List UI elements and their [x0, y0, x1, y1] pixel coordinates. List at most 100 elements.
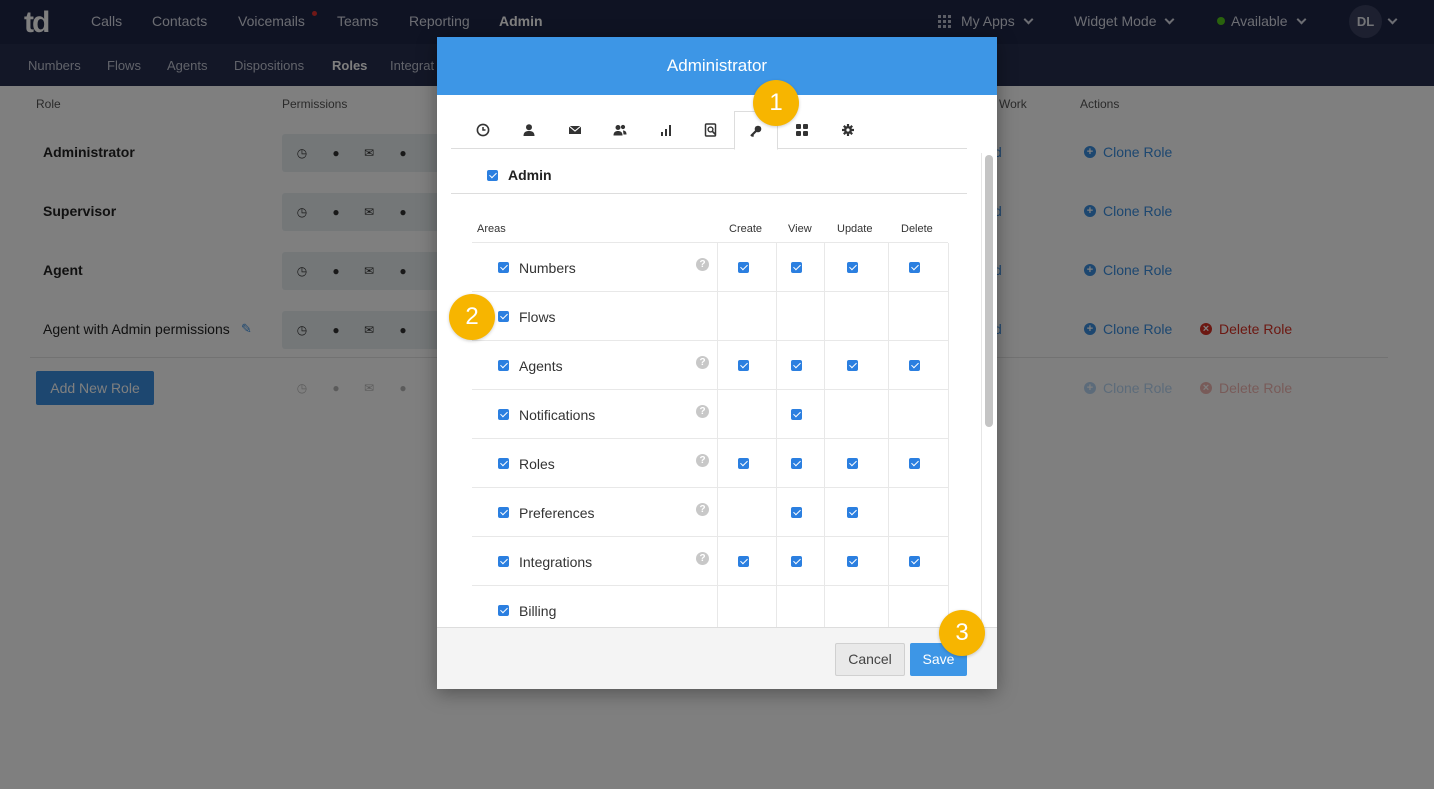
- delete-permission-checkbox[interactable]: [909, 262, 920, 273]
- delete-permission-checkbox[interactable]: [909, 360, 920, 371]
- area-checkbox[interactable]: [498, 458, 509, 469]
- team-icon: [613, 124, 627, 136]
- column-divider: [717, 439, 718, 488]
- annotation-badge-2: 2: [449, 294, 495, 340]
- view-permission-checkbox[interactable]: [791, 458, 802, 469]
- header-view: View: [788, 223, 812, 235]
- key-icon: [750, 125, 762, 137]
- column-divider: [824, 292, 825, 341]
- tab-settings[interactable]: [826, 111, 870, 149]
- column-divider: [888, 537, 889, 586]
- create-permission-checkbox[interactable]: [738, 556, 749, 567]
- tab-history[interactable]: [461, 111, 505, 149]
- column-divider: [888, 243, 889, 292]
- column-divider: [824, 439, 825, 488]
- area-label: Flows: [519, 308, 556, 325]
- cancel-button[interactable]: Cancel: [835, 643, 905, 676]
- area-toggle[interactable]: Notifications: [498, 390, 595, 439]
- area-toggle[interactable]: Roles: [498, 439, 555, 488]
- column-divider: [824, 390, 825, 439]
- create-permission-checkbox[interactable]: [738, 458, 749, 469]
- column-divider: [888, 439, 889, 488]
- area-checkbox[interactable]: [498, 605, 509, 616]
- table-row: Billing: [472, 586, 949, 627]
- view-permission-checkbox[interactable]: [791, 360, 802, 371]
- area-toggle[interactable]: Preferences: [498, 488, 594, 537]
- column-divider: [717, 292, 718, 341]
- header-update: Update: [837, 223, 873, 235]
- area-checkbox[interactable]: [498, 507, 509, 518]
- view-permission-checkbox[interactable]: [791, 556, 802, 567]
- tab-reporting[interactable]: [644, 111, 688, 149]
- tab-voicemail[interactable]: [553, 111, 597, 149]
- area-checkbox[interactable]: [498, 360, 509, 371]
- modal-title: Administrator: [437, 37, 997, 95]
- permission-tabs: [451, 111, 967, 150]
- bar-chart-icon: [661, 125, 671, 136]
- annotation-badge-1: 1: [753, 80, 799, 126]
- column-divider: [948, 292, 949, 341]
- header-delete: Delete: [901, 223, 933, 235]
- table-header: Areas Create View Update Delete: [472, 213, 948, 243]
- area-checkbox[interactable]: [498, 311, 509, 322]
- help-icon[interactable]: ?: [696, 258, 709, 271]
- divider: [451, 193, 967, 194]
- table-row: Numbers?: [472, 243, 949, 292]
- column-divider: [717, 488, 718, 537]
- tab-contacts[interactable]: [507, 111, 551, 149]
- role-permissions-modal: Administrator Admin Areas Create View Up…: [437, 37, 997, 689]
- column-divider: [888, 586, 889, 627]
- help-icon[interactable]: ?: [696, 454, 709, 467]
- mail-icon: [568, 125, 582, 134]
- area-checkbox[interactable]: [498, 262, 509, 273]
- create-permission-checkbox[interactable]: [738, 262, 749, 273]
- delete-permission-checkbox[interactable]: [909, 556, 920, 567]
- admin-section-toggle[interactable]: Admin: [487, 167, 552, 183]
- column-divider: [717, 586, 718, 627]
- area-checkbox[interactable]: [498, 409, 509, 420]
- help-icon[interactable]: ?: [696, 405, 709, 418]
- column-divider: [948, 390, 949, 439]
- help-icon[interactable]: ?: [696, 356, 709, 369]
- area-toggle[interactable]: Agents: [498, 341, 563, 390]
- area-label: Roles: [519, 455, 555, 472]
- view-permission-checkbox[interactable]: [791, 507, 802, 518]
- scroll-track: [981, 153, 982, 627]
- area-toggle[interactable]: Integrations: [498, 537, 592, 586]
- area-label: Agents: [519, 357, 563, 374]
- update-permission-checkbox[interactable]: [847, 507, 858, 518]
- area-label: Billing: [519, 602, 557, 619]
- area-checkbox[interactable]: [498, 556, 509, 567]
- table-row: Preferences?: [472, 488, 949, 537]
- column-divider: [717, 390, 718, 439]
- column-divider: [824, 488, 825, 537]
- help-icon[interactable]: ?: [696, 552, 709, 565]
- help-icon[interactable]: ?: [696, 503, 709, 516]
- view-permission-checkbox[interactable]: [791, 262, 802, 273]
- update-permission-checkbox[interactable]: [847, 458, 858, 469]
- create-permission-checkbox[interactable]: [738, 360, 749, 371]
- header-create: Create: [729, 223, 763, 235]
- delete-permission-checkbox[interactable]: [909, 458, 920, 469]
- update-permission-checkbox[interactable]: [847, 556, 858, 567]
- tab-teams[interactable]: [598, 111, 642, 149]
- view-permission-checkbox[interactable]: [791, 409, 802, 420]
- area-label: Preferences: [519, 504, 595, 521]
- column-divider: [717, 537, 718, 586]
- column-divider: [948, 488, 949, 537]
- update-permission-checkbox[interactable]: [847, 262, 858, 273]
- area-toggle[interactable]: Numbers: [498, 243, 576, 292]
- header-areas: Areas: [477, 223, 506, 235]
- admin-checkbox[interactable]: [487, 169, 498, 181]
- column-divider: [776, 586, 777, 627]
- table-body: Numbers? Flows Agents? Notifications? Roles?…: [472, 243, 949, 627]
- column-divider: [824, 341, 825, 390]
- area-toggle[interactable]: Flows: [498, 292, 556, 341]
- gear-icon: [842, 124, 854, 136]
- column-divider: [776, 341, 777, 390]
- column-divider: [824, 586, 825, 627]
- tab-review[interactable]: [689, 111, 733, 149]
- area-toggle[interactable]: Billing: [498, 586, 556, 627]
- update-permission-checkbox[interactable]: [847, 360, 858, 371]
- scrollbar-thumb[interactable]: [985, 155, 993, 427]
